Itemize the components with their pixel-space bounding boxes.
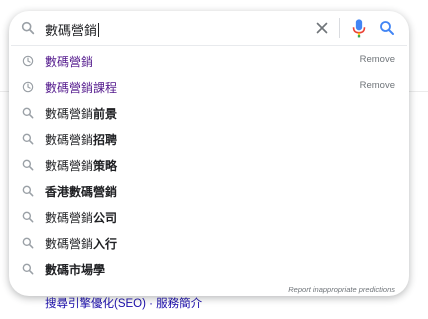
suggestion-text: 數碼營銷入行 [45, 237, 118, 251]
suggestion-list: 數碼營銷 Remove 數碼營銷課程 Remove 數碼營銷前景 數碼營銷招聘 … [9, 48, 409, 282]
search-icon [22, 185, 34, 197]
search-submit-icon[interactable] [378, 19, 396, 37]
suggestion-text: 數碼營銷策略 [45, 159, 118, 173]
suggestion-item[interactable]: 數碼營銷公司 [9, 204, 409, 230]
clock-icon [22, 81, 34, 93]
suggestion-item[interactable]: 數碼營銷前景 [9, 100, 409, 126]
suggestion-item[interactable]: 香港數碼營銷 [9, 178, 409, 204]
suggestion-item[interactable]: 數碼營銷招聘 [9, 126, 409, 152]
result-link[interactable]: 搜尋引擎優化(SEO) · 服務簡介 [45, 295, 202, 311]
search-input[interactable]: 數碼營銷 [45, 20, 100, 39]
suggestion-text: 數碼營銷課程 [45, 81, 118, 95]
search-icon [22, 133, 34, 145]
search-autocomplete-dropdown: 數碼營銷 數碼營銷 Remove 數碼營銷課程 Remove 數碼營銷前景 數碼… [9, 11, 409, 296]
suggestion-text: 香港數碼營銷 [45, 185, 118, 199]
suggestion-item[interactable]: 數碼營銷 Remove [9, 48, 409, 74]
search-box: 數碼營銷 [9, 11, 409, 45]
search-icon [22, 263, 34, 275]
suggestion-item[interactable]: 數碼營銷課程 Remove [9, 74, 409, 100]
search-icon [22, 107, 34, 119]
suggestion-item[interactable]: 數碼營銷策略 [9, 152, 409, 178]
suggestion-item[interactable]: 數碼市場學 [9, 256, 409, 282]
search-divider [339, 18, 340, 38]
clear-icon[interactable] [313, 19, 331, 37]
suggestion-text: 數碼營銷公司 [45, 211, 118, 225]
clock-icon [22, 55, 34, 67]
remove-button[interactable]: Remove [360, 80, 395, 91]
search-icon [21, 21, 35, 35]
search-icon [22, 237, 34, 249]
report-predictions-link[interactable]: Report inappropriate predictions [288, 285, 395, 294]
search-input-value: 數碼營銷 [45, 23, 98, 38]
search-icon [22, 159, 34, 171]
suggestion-text: 數碼營銷前景 [45, 107, 118, 121]
suggestion-text: 數碼營銷招聘 [45, 133, 118, 147]
remove-button[interactable]: Remove [360, 54, 395, 65]
dropdown-divider [11, 45, 407, 46]
search-icon [22, 211, 34, 223]
suggestion-text: 數碼市場學 [45, 263, 106, 277]
text-caret [98, 23, 100, 37]
suggestion-item[interactable]: 數碼營銷入行 [9, 230, 409, 256]
microphone-icon[interactable] [349, 17, 369, 39]
suggestion-text: 數碼營銷 [45, 55, 94, 69]
